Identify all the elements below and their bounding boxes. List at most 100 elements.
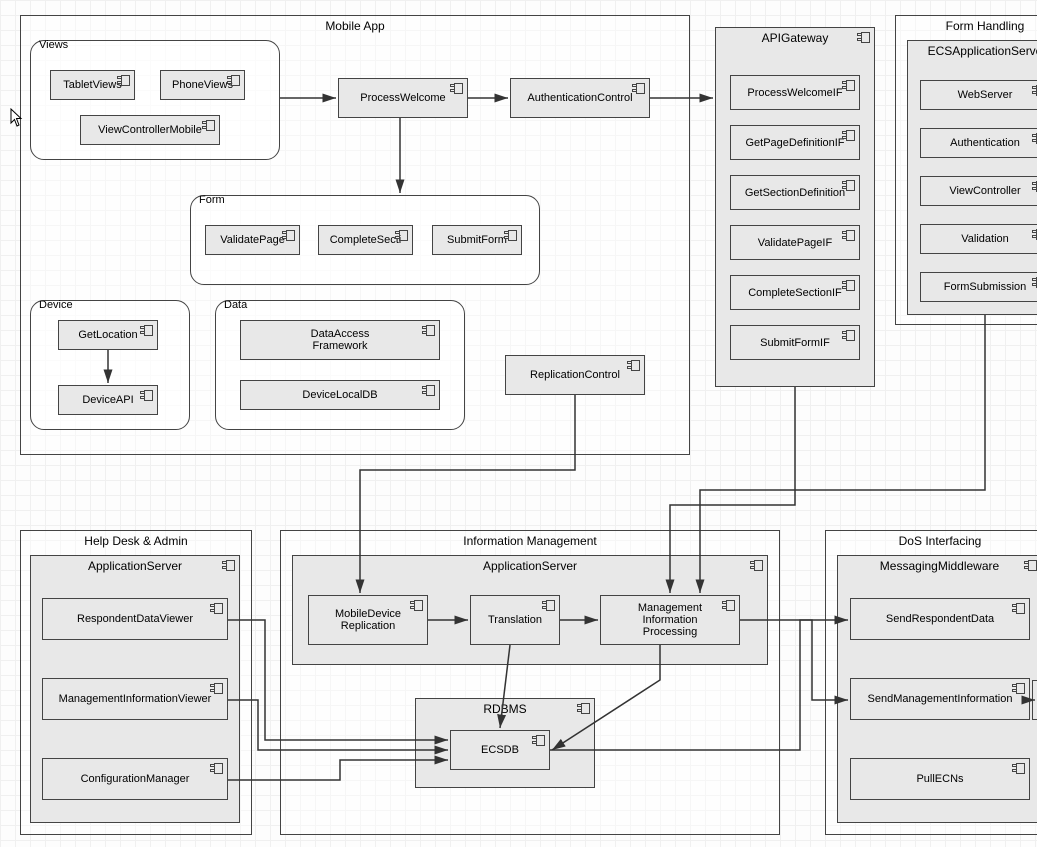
component-label: RespondentDataViewer [77, 613, 193, 625]
component-label: FormSubmission [944, 281, 1027, 293]
component-label: ViewControllerMobile [98, 124, 202, 136]
component-icon [1032, 133, 1037, 144]
mouse-cursor-icon [10, 108, 24, 128]
component-get-page-definition-if[interactable]: GetPageDefinitionIF [730, 125, 860, 160]
component-icon [632, 83, 645, 94]
component-validate-page[interactable]: ValidatePage [205, 225, 300, 255]
component-validate-page-if[interactable]: ValidatePageIF [730, 225, 860, 260]
component-icon [210, 603, 223, 614]
component-icon [842, 80, 855, 91]
component-send-respondent-data[interactable]: SendRespondentData [850, 598, 1030, 640]
component-icon [282, 230, 295, 241]
component-data-access-framework[interactable]: DataAccess Framework [240, 320, 440, 360]
node-label: MessagingMiddleware [880, 559, 999, 573]
component-device-local-db[interactable]: DeviceLocalDB [240, 380, 440, 410]
component-config-manager[interactable]: ConfigurationManager [42, 758, 228, 800]
component-label: MobileDevice Replication [335, 608, 401, 632]
component-send-mgmt-info[interactable]: SendManagementInformation [850, 678, 1030, 720]
component-icon [395, 230, 408, 241]
component-web-server[interactable]: WebServer [920, 80, 1037, 110]
component-label: ConfigurationManager [81, 773, 190, 785]
component-icon [842, 180, 855, 191]
component-get-section-definition-if[interactable]: GetSectionDefinition [730, 175, 860, 210]
component-process-welcome[interactable]: ProcessWelcome [338, 78, 468, 118]
component-label: PhoneViews [172, 79, 233, 91]
component-label: ValidatePageIF [758, 237, 832, 249]
component-icon [422, 385, 435, 396]
component-submit-form-if[interactable]: SubmitFormIF [730, 325, 860, 360]
section-label: Help Desk & Admin [84, 534, 187, 548]
component-label: SendRespondentData [886, 613, 994, 625]
component-label: DeviceLocalDB [302, 389, 377, 401]
component-replication-control[interactable]: ReplicationControl [505, 355, 645, 395]
section-label: Information Management [463, 534, 596, 548]
group-label: Views [39, 39, 68, 51]
component-icon [222, 560, 235, 571]
component-label: Validation [961, 233, 1009, 245]
component-submit-form[interactable]: SubmitForm [432, 225, 522, 255]
component-icon [750, 560, 763, 571]
component-mobile-device-replication[interactable]: MobileDevice Replication [308, 595, 428, 645]
component-icon [140, 390, 153, 401]
component-label: AuthenticationControl [527, 92, 632, 104]
component-icon [577, 703, 590, 714]
component-icon [842, 230, 855, 241]
component-pull-ecns[interactable]: PullECNs [850, 758, 1030, 800]
component-authentication-control[interactable]: AuthenticationControl [510, 78, 650, 118]
component-external-partial [1032, 680, 1037, 720]
component-label: GetLocation [78, 329, 137, 341]
component-icon [1012, 683, 1025, 694]
component-mgmt-info-processing[interactable]: Management Information Processing [600, 595, 740, 645]
component-icon [210, 763, 223, 774]
component-process-welcome-if[interactable]: ProcessWelcomeIF [730, 75, 860, 110]
component-phone-views[interactable]: PhoneViews [160, 70, 245, 100]
component-label: ProcessWelcome [360, 92, 445, 104]
component-icon [1032, 85, 1037, 96]
component-icon [842, 130, 855, 141]
component-complete-section-if[interactable]: CompleteSectionIF [730, 275, 860, 310]
component-icon [1012, 603, 1025, 614]
component-view-controller[interactable]: ViewController [920, 176, 1037, 206]
component-mgmt-info-viewer[interactable]: ManagementInformationViewer [42, 678, 228, 720]
component-label: SendManagementInformation [868, 693, 1013, 705]
component-icon [1032, 181, 1037, 192]
component-icon [117, 75, 130, 86]
component-icon [227, 75, 240, 86]
component-icon [1024, 560, 1037, 571]
component-label: CompleteSecti [330, 234, 402, 246]
component-tablet-views[interactable]: TabletViews [50, 70, 135, 100]
node-label: ApplicationServer [88, 559, 182, 573]
node-label: ApplicationServer [483, 559, 577, 573]
group-label: Data [224, 299, 247, 311]
component-label: ReplicationControl [530, 369, 620, 381]
component-label: ECSDB [481, 744, 519, 756]
node-label: RDBMS [483, 702, 526, 716]
component-complete-section[interactable]: CompleteSecti [318, 225, 413, 255]
component-form-submission[interactable]: FormSubmission [920, 272, 1037, 302]
component-validation[interactable]: Validation [920, 224, 1037, 254]
component-authentication[interactable]: Authentication [920, 128, 1037, 158]
component-icon [410, 600, 423, 611]
component-get-location[interactable]: GetLocation [58, 320, 158, 350]
component-label: Translation [488, 614, 542, 626]
component-icon [140, 325, 153, 336]
component-icon [1032, 229, 1037, 240]
component-label: Management Information Processing [638, 602, 702, 638]
section-label: Form Handling [946, 19, 1025, 33]
component-label: ValidatePage [220, 234, 285, 246]
component-respondent-data-viewer[interactable]: RespondentDataViewer [42, 598, 228, 640]
section-label: Mobile App [325, 19, 384, 33]
component-label: ProcessWelcomeIF [747, 87, 842, 99]
component-label: Authentication [950, 137, 1020, 149]
component-ecsdb[interactable]: ECSDB [450, 730, 550, 770]
component-label: DeviceAPI [82, 394, 133, 406]
component-icon [450, 83, 463, 94]
component-translation[interactable]: Translation [470, 595, 560, 645]
group-label: Form [199, 194, 225, 206]
group-label: Device [39, 299, 73, 311]
component-view-controller-mobile[interactable]: ViewControllerMobile [80, 115, 220, 145]
component-label: PullECNs [916, 773, 963, 785]
component-device-api[interactable]: DeviceAPI [58, 385, 158, 415]
component-icon [532, 735, 545, 746]
component-icon [1032, 277, 1037, 288]
